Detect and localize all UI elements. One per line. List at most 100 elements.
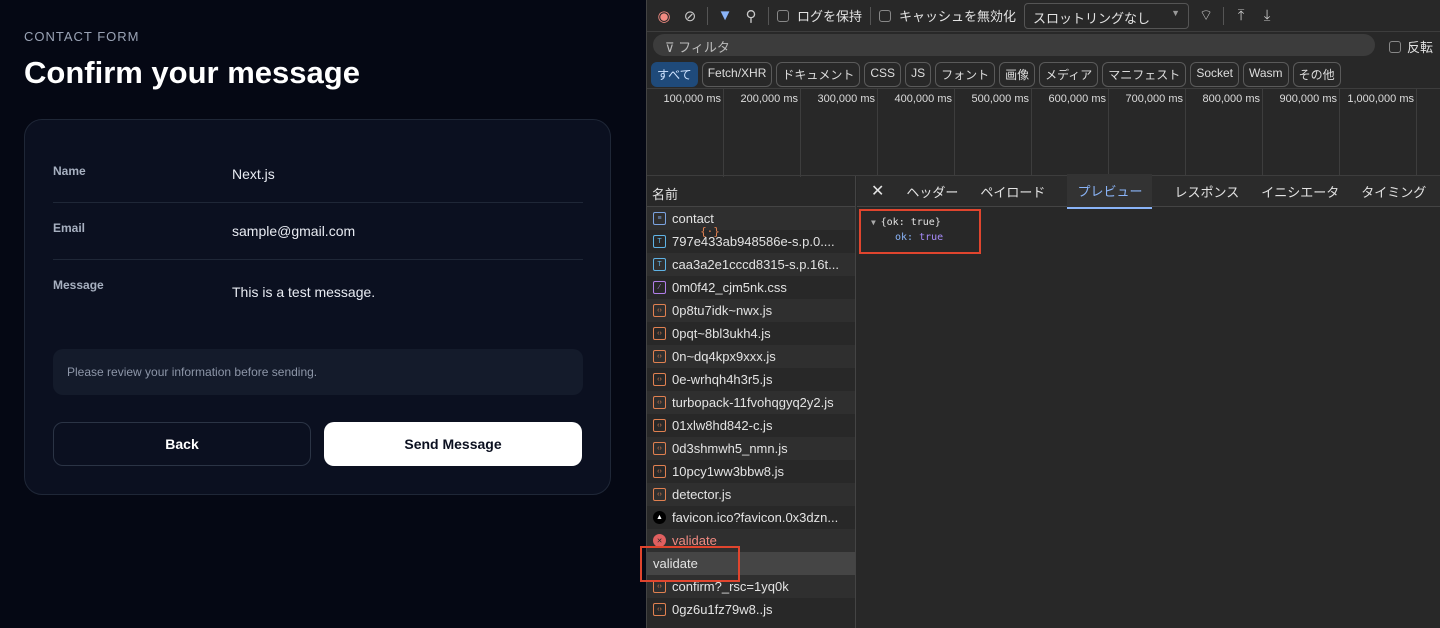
request-row[interactable]: ‹› 0gz6u1fz79w8..js: [647, 598, 855, 621]
clear-icon[interactable]: ⊘: [681, 7, 699, 25]
network-conditions-icon[interactable]: ⌔: [1197, 7, 1215, 25]
request-name: 0d3shmwh5_nmn.js: [672, 441, 788, 456]
throttling-select[interactable]: スロットリングなし ▼: [1024, 2, 1190, 29]
filter-icon[interactable]: ▼: [716, 7, 734, 25]
js-file-icon: ‹›: [653, 373, 666, 386]
js-file-icon: ‹›: [653, 465, 666, 478]
request-name: turbopack-11fvohqgyq2y2.js: [672, 395, 834, 410]
request-row[interactable]: ‹› 0d3shmwh5_nmn.js: [647, 437, 855, 460]
type-filter-chip[interactable]: その他: [1292, 62, 1341, 87]
request-row[interactable]: ⁄ 0m0f42_cjm5nk.css: [647, 276, 855, 299]
details-tab[interactable]: イニシエータ: [1261, 182, 1339, 201]
type-filter-bar: すべて Fetch/XHR ドキュメント CSS JS フォント 画像 メディア マニフェスト S…: [651, 62, 1341, 87]
field-label: Email: [53, 221, 86, 235]
request-row[interactable]: ‹› 0p8tu7idk~nwx.js: [647, 299, 855, 322]
timeline-tick: 1,000,000 ms: [1340, 89, 1417, 177]
details-tab[interactable]: タイミング: [1361, 182, 1426, 201]
chevron-down-icon: ▼: [1171, 7, 1181, 18]
request-row[interactable]: ‹› 0e-wrhqh4h3r5.js: [647, 368, 855, 391]
filter-icon: ⊽: [665, 40, 679, 55]
confirm-card: Name Next.js Email sample@gmail.com Messag…: [24, 119, 611, 495]
throttling-value: スロットリングなし: [1033, 10, 1151, 26]
eyebrow: CONTACT FORM: [24, 29, 140, 44]
close-icon[interactable]: ✕: [871, 181, 884, 201]
invert-label: 反転: [1407, 40, 1434, 55]
export-har-icon[interactable]: ⤓: [1258, 7, 1276, 25]
type-filter-chip[interactable]: CSS: [864, 62, 902, 87]
timeline-tick: 600,000 ms: [1032, 89, 1109, 177]
type-filter-chip[interactable]: Fetch/XHR: [701, 62, 773, 87]
timeline-overview[interactable]: 100,000 ms 200,000 ms 300,000 ms 400,000 ms…: [647, 88, 1440, 177]
request-row[interactable]: ‹› turbopack-11fvohqgyq2y2.js: [647, 391, 855, 414]
stop-recording-icon[interactable]: ◉: [655, 7, 673, 25]
type-filter-chip[interactable]: 画像: [999, 62, 1036, 87]
details-tab[interactable]: ヘッダー: [906, 182, 958, 201]
expand-triangle-icon: ▼: [871, 218, 881, 227]
request-row[interactable]: ‹› 10pcy1ww3bbw8.js: [647, 460, 855, 483]
font-file-icon: T: [653, 258, 666, 271]
contact-form-page: CONTACT FORM Confirm your message Name Ne…: [0, 0, 646, 628]
field-value: sample@gmail.com: [232, 223, 356, 239]
request-row[interactable]: ‹› 0pqt~8bl3ukh4.js: [647, 322, 855, 345]
timeline-tick: 400,000 ms: [878, 89, 955, 177]
request-name: 0e-wrhqh4h3r5.js: [672, 372, 773, 387]
json-summary-text: {ok: true}: [880, 217, 941, 228]
request-name: 0p8tu7idk~nwx.js: [672, 303, 773, 318]
divider: [768, 6, 769, 25]
review-note: Please review your information before se…: [53, 349, 583, 395]
js-file-icon: ‹›: [653, 488, 666, 501]
field-label: Name: [53, 164, 86, 178]
request-row[interactable]: ▲ favicon.ico?favicon.0x3dzn...: [647, 506, 855, 529]
type-filter-chip[interactable]: メディア: [1039, 62, 1099, 87]
divider: [870, 6, 872, 25]
request-details: ✕ ヘッダー ペイロード プレビュー レスポンス イニシエータ タイミング ▼ {ok: t…: [857, 173, 1440, 628]
request-row[interactable]: ‹› 0n~dq4kpx9xxx.js: [647, 345, 855, 368]
request-name: caa3a2e1cccd8315-s.p.16t...: [672, 257, 839, 272]
details-tab[interactable]: ペイロード: [980, 182, 1045, 201]
field-value: This is a test message.: [232, 284, 376, 300]
request-name: detector.js: [672, 487, 732, 502]
request-list: 名前 ≡ contact T 797e433ab948586e-s.p.0.... Tc…: [640, 176, 856, 628]
js-file-icon: ‹›: [653, 350, 666, 363]
field-value: Next.js: [232, 166, 275, 182]
json-summary[interactable]: ▼ {ok: true}: [871, 217, 969, 228]
timeline-tick: 1,10: [1417, 89, 1440, 177]
timeline-tick: 700,000 ms: [1109, 89, 1186, 177]
type-filter-chip[interactable]: すべて: [651, 62, 698, 87]
type-filter-chip[interactable]: フォント: [935, 62, 996, 87]
request-name: 0gz6u1fz79w8..js: [672, 602, 773, 617]
back-button[interactable]: Back: [53, 422, 311, 466]
field-row-email: Email sample@gmail.com: [53, 203, 583, 260]
preserve-log-checkbox[interactable]: [777, 9, 789, 22]
filter-input[interactable]: ⊽ フィルタ: [653, 34, 1375, 56]
json-preview: ▼ {ok: true} ok: true: [859, 209, 981, 254]
js-file-icon: ‹›: [653, 304, 666, 317]
request-row[interactable]: ‹› detector.js: [647, 483, 855, 506]
disable-cache-label: キャッシュを無効化: [899, 9, 1017, 24]
request-name: 0pqt~8bl3ukh4.js: [672, 326, 771, 341]
devtools-network-panel: ◉ ⊘ ▼ ⚲ ログを保持 キャッシュを無効化 スロットリングなし ▼ ⌔ ⤒ ⤓…: [640, 0, 1440, 628]
type-filter-chip[interactable]: Socket: [1190, 62, 1239, 87]
type-filter-chip[interactable]: マニフェスト: [1102, 62, 1187, 87]
fav-file-icon: ▲: [653, 511, 666, 524]
details-tab[interactable]: レスポンス: [1174, 182, 1239, 201]
request-name: 10pcy1ww3bbw8.js: [672, 464, 785, 479]
request-row[interactable]: Tcaa3a2e1cccd8315-s.p.16t...: [647, 253, 855, 276]
timeline-tick: 100,000 ms: [647, 89, 724, 177]
details-tab[interactable]: プレビュー: [1067, 173, 1153, 209]
type-filter-chip[interactable]: Wasm: [1243, 62, 1289, 87]
invert-checkbox[interactable]: [1389, 40, 1401, 53]
disable-cache-checkbox[interactable]: [879, 9, 892, 22]
timeline-tick: 300,000 ms: [801, 89, 878, 177]
field-label: Message: [53, 278, 104, 292]
invert-toggle[interactable]: 反転: [1389, 37, 1433, 56]
type-filter-chip[interactable]: JS: [905, 62, 932, 87]
send-message-button[interactable]: Send Message: [324, 422, 582, 466]
search-icon[interactable]: ⚲: [742, 7, 760, 25]
import-har-icon[interactable]: ⤒: [1232, 7, 1250, 25]
request-name: favicon.ico?favicon.0x3dzn...: [672, 510, 839, 525]
type-filter-chip[interactable]: ドキュメント: [776, 62, 861, 87]
request-row[interactable]: ‹› 01xlw8hd842-c.js: [647, 414, 855, 437]
name-column-header[interactable]: 名前: [647, 176, 855, 207]
divider: [707, 6, 708, 25]
